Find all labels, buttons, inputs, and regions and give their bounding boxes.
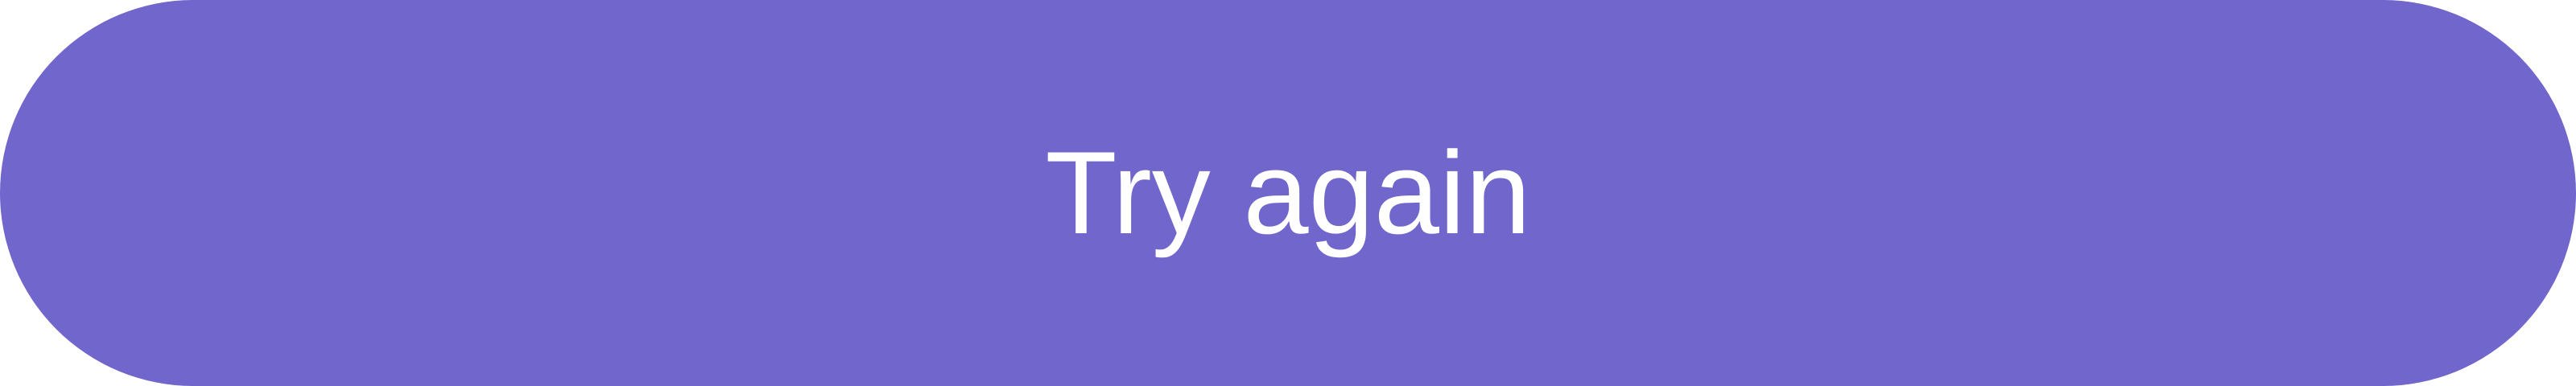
try-again-label: Try again [1045, 127, 1531, 258]
try-again-button[interactable]: Try again [0, 0, 2576, 386]
